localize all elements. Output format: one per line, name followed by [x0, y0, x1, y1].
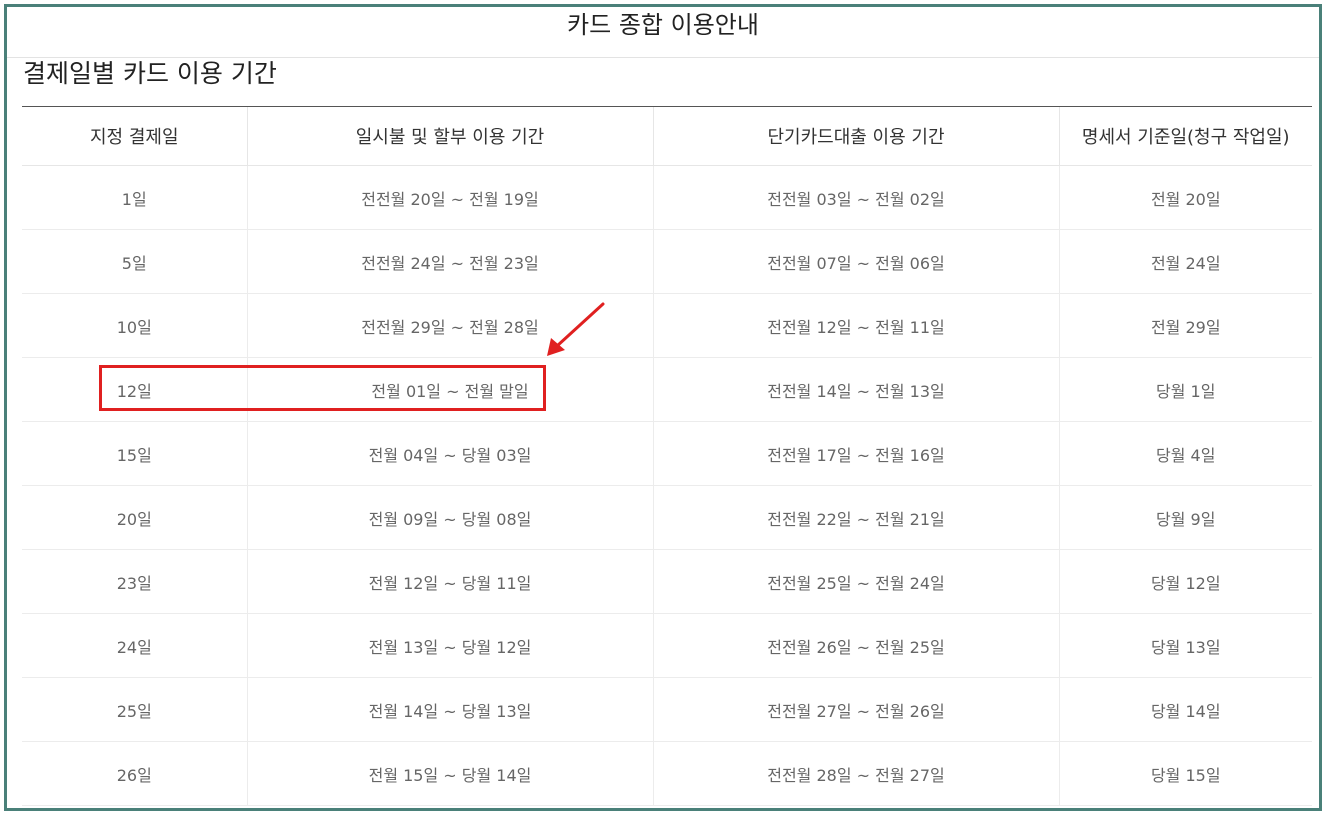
cell-loan-period: 전전월 12일 ~ 전월 11일 [652, 293, 1059, 358]
cell-payment-date: 23일 [22, 549, 247, 614]
header-short-term-loan-period: 단기카드대출 이용 기간 [652, 107, 1059, 166]
cell-lump-sum-period: 전월 12일 ~ 당월 11일 [246, 549, 653, 614]
cell-lump-sum-period: 전전월 20일 ~ 전월 19일 [246, 165, 653, 230]
cell-payment-date: 5일 [22, 229, 247, 294]
table-header-row: 지정 결제일 일시불 및 할부 이용 기간 단기카드대출 이용 기간 명세서 기… [22, 107, 1312, 166]
cell-statement-date: 당월 9일 [1058, 485, 1312, 550]
cell-statement-date: 당월 15일 [1058, 741, 1312, 806]
billing-period-table-wrapper: 지정 결제일 일시불 및 할부 이용 기간 단기카드대출 이용 기간 명세서 기… [22, 106, 1312, 806]
cell-payment-date: 1일 [22, 165, 247, 230]
header-payment-date: 지정 결제일 [22, 107, 247, 166]
header-statement-base-date: 명세서 기준일(청구 작업일) [1058, 107, 1312, 166]
table-row: 25일 전월 14일 ~ 당월 13일 전전월 27일 ~ 전월 26일 당월 … [22, 677, 1312, 742]
cell-payment-date: 24일 [22, 613, 247, 678]
content-frame: 카드 종합 이용안내 결제일별 카드 이용 기간 지정 결제일 일시불 및 할부… [4, 4, 1322, 811]
cell-loan-period: 전전월 14일 ~ 전월 13일 [652, 357, 1059, 422]
table-row: 26일 전월 15일 ~ 당월 14일 전전월 28일 ~ 전월 27일 당월 … [22, 741, 1312, 806]
table-row: 1일 전전월 20일 ~ 전월 19일 전전월 03일 ~ 전월 02일 전월 … [22, 165, 1312, 230]
cell-payment-date: 25일 [22, 677, 247, 742]
cell-lump-sum-period: 전월 15일 ~ 당월 14일 [246, 741, 653, 806]
cell-payment-date: 26일 [22, 741, 247, 806]
cell-statement-date: 당월 1일 [1058, 357, 1312, 422]
table-row: 20일 전월 09일 ~ 당월 08일 전전월 22일 ~ 전월 21일 당월 … [22, 485, 1312, 550]
table-row: 5일 전전월 24일 ~ 전월 23일 전전월 07일 ~ 전월 06일 전월 … [22, 229, 1312, 294]
cell-statement-date: 전월 24일 [1058, 229, 1312, 294]
page-title: 카드 종합 이용안내 [7, 7, 1319, 58]
cell-statement-date: 당월 12일 [1058, 549, 1312, 614]
cell-payment-date: 12일 [22, 357, 247, 422]
cell-loan-period: 전전월 27일 ~ 전월 26일 [652, 677, 1059, 742]
cell-loan-period: 전전월 26일 ~ 전월 25일 [652, 613, 1059, 678]
cell-loan-period: 전전월 03일 ~ 전월 02일 [652, 165, 1059, 230]
cell-lump-sum-period: 전전월 24일 ~ 전월 23일 [246, 229, 653, 294]
cell-statement-date: 당월 14일 [1058, 677, 1312, 742]
cell-statement-date: 전월 20일 [1058, 165, 1312, 230]
cell-loan-period: 전전월 25일 ~ 전월 24일 [652, 549, 1059, 614]
cell-lump-sum-period: 전월 09일 ~ 당월 08일 [246, 485, 653, 550]
cell-lump-sum-period: 전월 13일 ~ 당월 12일 [246, 613, 653, 678]
cell-loan-period: 전전월 28일 ~ 전월 27일 [652, 741, 1059, 806]
cell-payment-date: 20일 [22, 485, 247, 550]
table-row-highlighted: 12일 전월 01일 ~ 전월 말일 전전월 14일 ~ 전월 13일 당월 1… [22, 357, 1312, 422]
cell-statement-date: 당월 4일 [1058, 421, 1312, 486]
table-row: 23일 전월 12일 ~ 당월 11일 전전월 25일 ~ 전월 24일 당월 … [22, 549, 1312, 614]
cell-loan-period: 전전월 07일 ~ 전월 06일 [652, 229, 1059, 294]
table-row: 15일 전월 04일 ~ 당월 03일 전전월 17일 ~ 전월 16일 당월 … [22, 421, 1312, 486]
cell-lump-sum-period: 전월 01일 ~ 전월 말일 [246, 357, 653, 422]
table-row: 24일 전월 13일 ~ 당월 12일 전전월 26일 ~ 전월 25일 당월 … [22, 613, 1312, 678]
cell-lump-sum-period: 전월 04일 ~ 당월 03일 [246, 421, 653, 486]
cell-loan-period: 전전월 22일 ~ 전월 21일 [652, 485, 1059, 550]
billing-period-table: 지정 결제일 일시불 및 할부 이용 기간 단기카드대출 이용 기간 명세서 기… [22, 107, 1312, 806]
section-title: 결제일별 카드 이용 기간 [23, 59, 277, 88]
cell-lump-sum-period: 전월 14일 ~ 당월 13일 [246, 677, 653, 742]
cell-payment-date: 10일 [22, 293, 247, 358]
table-row: 10일 전전월 29일 ~ 전월 28일 전전월 12일 ~ 전월 11일 전월… [22, 293, 1312, 358]
cell-loan-period: 전전월 17일 ~ 전월 16일 [652, 421, 1059, 486]
cell-payment-date: 15일 [22, 421, 247, 486]
cell-lump-sum-period: 전전월 29일 ~ 전월 28일 [246, 293, 653, 358]
cell-statement-date: 전월 29일 [1058, 293, 1312, 358]
header-lump-sum-installment-period: 일시불 및 할부 이용 기간 [246, 107, 653, 166]
cell-statement-date: 당월 13일 [1058, 613, 1312, 678]
